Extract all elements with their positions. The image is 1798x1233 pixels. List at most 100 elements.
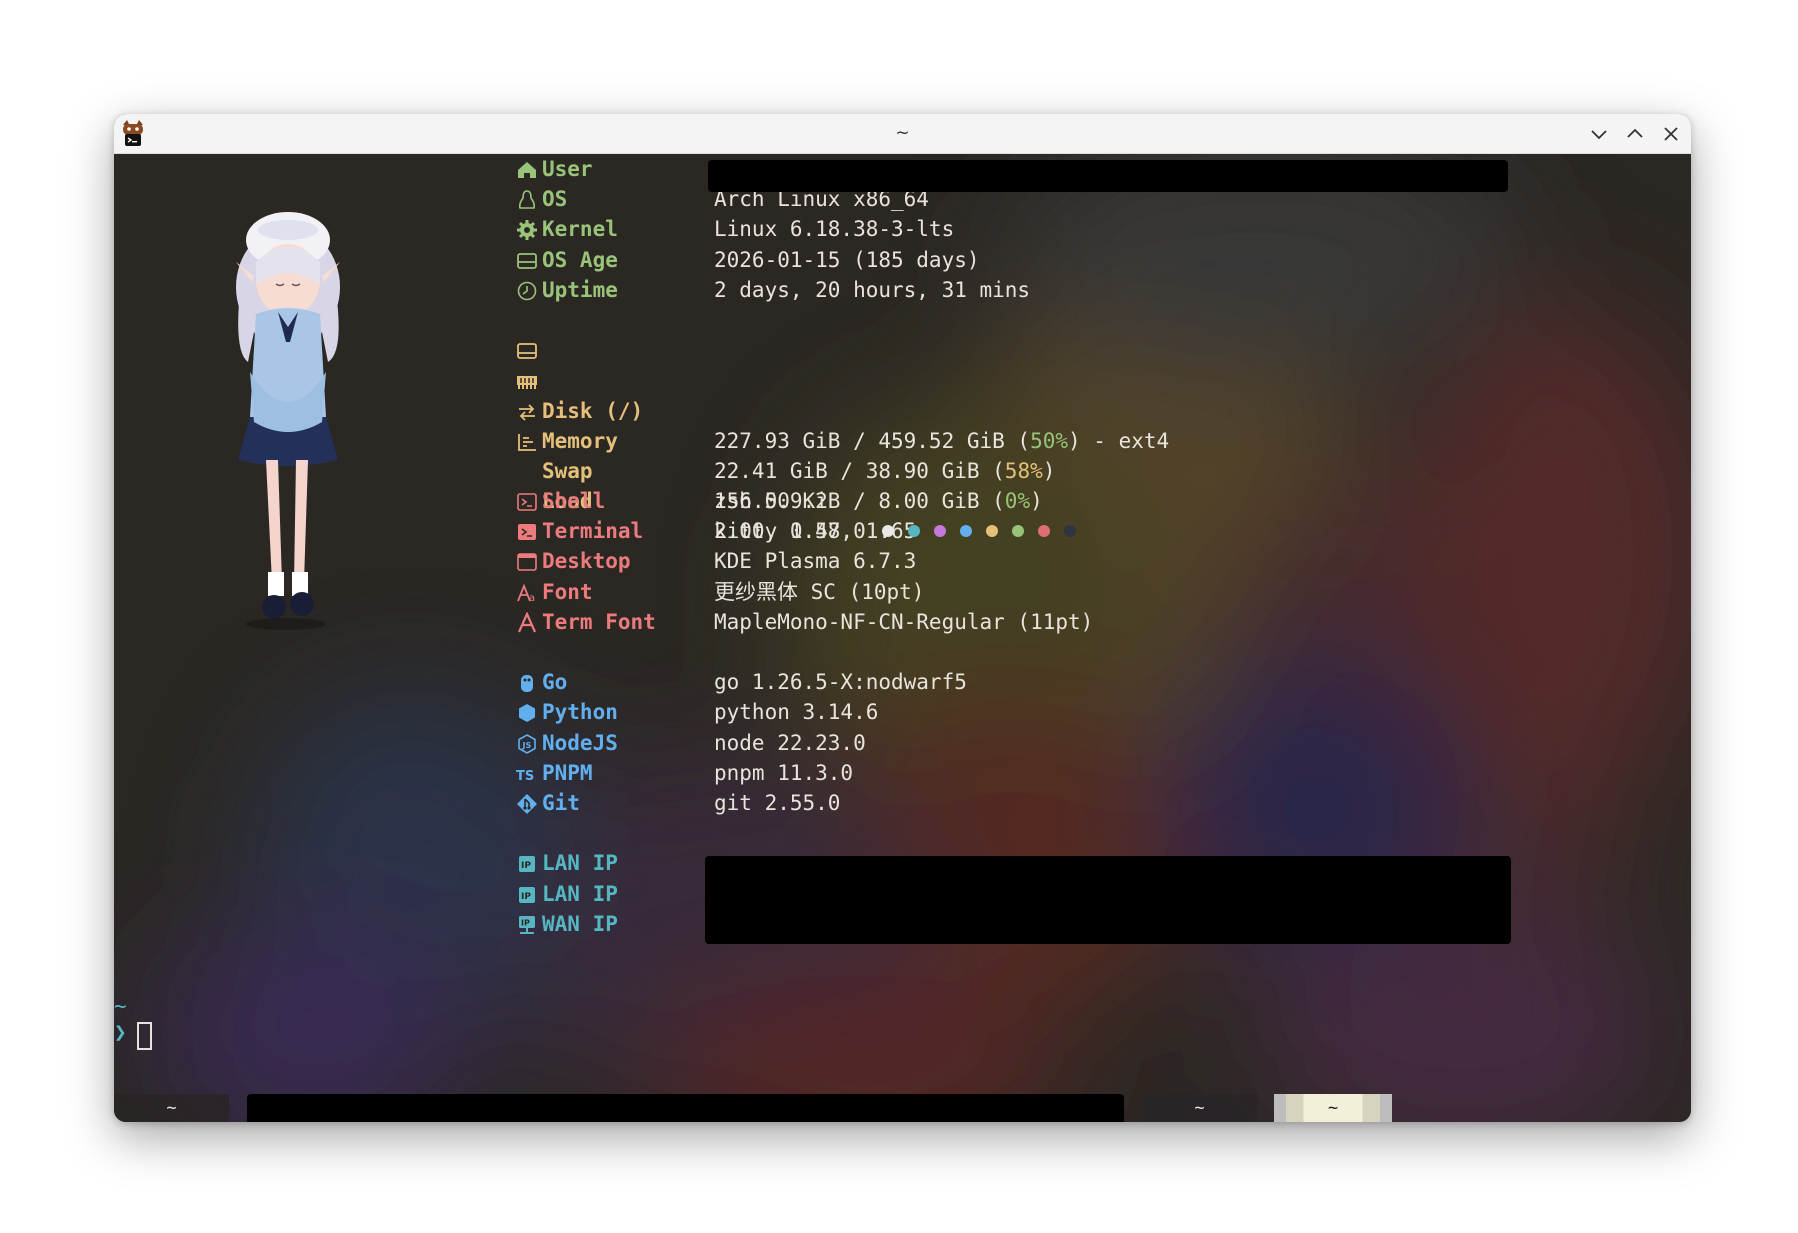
lang-row-0: Go go 1.26.5-X:nodwarf5 bbox=[516, 667, 967, 697]
lang-key: Go bbox=[542, 670, 568, 695]
lang-value: python 3.14.6 bbox=[714, 700, 879, 725]
system-key: Uptime bbox=[542, 277, 618, 302]
tab-1[interactable]: ~ bbox=[114, 1094, 229, 1122]
terminal-cursor[interactable] bbox=[137, 1022, 152, 1050]
system-row-2: Kernel Linux 6.18.38-3-lts bbox=[516, 214, 954, 244]
net-key: LAN IP bbox=[542, 851, 618, 876]
system-value: Linux 6.18.38-3-lts bbox=[714, 217, 955, 242]
lang-value: pnpm 11.3.0 bbox=[714, 760, 854, 785]
memory-icon bbox=[516, 370, 538, 392]
lang-key: NodeJS bbox=[542, 730, 618, 755]
nodejs-icon: JS bbox=[516, 733, 538, 755]
color-palette bbox=[881, 519, 1090, 543]
load-row: Load 2.00, 1.57, 1.65 bbox=[516, 426, 916, 543]
redacted-ip-values bbox=[705, 856, 1511, 944]
env-key: Font bbox=[542, 579, 593, 604]
lang-key: Git bbox=[542, 790, 580, 815]
net-row-0: IP LAN IP bbox=[516, 848, 618, 878]
swap-row: Swap 156.00 KiB / 8.00 GiB (0%) bbox=[516, 396, 1043, 513]
maximize-button[interactable] bbox=[1623, 122, 1647, 146]
linux-tux-icon bbox=[516, 189, 538, 211]
disk-row: Disk (/) 227.93 GiB / 459.52 GiB (50%) -… bbox=[516, 335, 1169, 453]
load-chart-icon bbox=[516, 431, 538, 453]
terminal-window: ~ User OS Arch Linux x86_64 Kernel Linux… bbox=[114, 114, 1691, 1122]
chevron-up-icon bbox=[1627, 128, 1643, 138]
redacted-tab bbox=[247, 1094, 1124, 1122]
env-value: 更纱黑体 SC (10pt) bbox=[714, 579, 925, 604]
system-row-3: OS Age 2026-01-15 (185 days) bbox=[516, 245, 980, 275]
memory-row: Memory 22.41 GiB / 38.90 GiB (58%) bbox=[516, 365, 1055, 483]
system-row-4: Uptime 2 days, 20 hours, 31 mins bbox=[516, 275, 1030, 305]
prompt-cwd: ~ bbox=[114, 994, 127, 1018]
network-icon: IP bbox=[516, 914, 538, 936]
system-value: 2 days, 20 hours, 31 mins bbox=[714, 277, 1031, 302]
tab-3-active[interactable]: ~ bbox=[1274, 1094, 1392, 1122]
redacted-user-value bbox=[708, 160, 1508, 192]
tab-2[interactable]: ~ bbox=[1142, 1094, 1257, 1122]
palette-swatch bbox=[1063, 525, 1076, 538]
drive-icon bbox=[516, 250, 538, 272]
lang-row-4: Git git 2.55.0 bbox=[516, 788, 840, 818]
prompt-symbol: ❯ bbox=[114, 1020, 127, 1044]
ip-badge-icon: IP bbox=[516, 884, 538, 906]
system-value: 2026-01-15 (185 days) bbox=[714, 247, 980, 272]
system-row-1: OS Arch Linux x86_64 bbox=[516, 184, 929, 214]
lang-value: go 1.26.5-X:nodwarf5 bbox=[714, 670, 967, 695]
net-key: WAN IP bbox=[542, 911, 618, 936]
window-title: ~ bbox=[895, 123, 910, 143]
svg-text:IP: IP bbox=[521, 861, 531, 871]
lang-key: PNPM bbox=[542, 760, 593, 785]
env-key: Shell bbox=[542, 489, 606, 514]
system-key: OS Age bbox=[542, 247, 618, 272]
palette-swatch bbox=[881, 525, 894, 538]
palette-swatch bbox=[1037, 525, 1050, 538]
font-a-icon bbox=[516, 611, 538, 634]
close-button[interactable] bbox=[1659, 122, 1683, 146]
system-key: OS bbox=[542, 187, 568, 212]
terminal-filled-icon bbox=[516, 521, 538, 543]
window-icon bbox=[516, 551, 538, 573]
lang-row-1: Python python 3.14.6 bbox=[516, 697, 878, 727]
lang-value: node 22.23.0 bbox=[714, 730, 866, 755]
minimize-button[interactable] bbox=[1587, 122, 1611, 146]
fastfetch-output: User OS Arch Linux x86_64 Kernel Linux 6.18.… bbox=[516, 154, 1169, 939]
palette-swatch bbox=[985, 525, 998, 538]
svg-text:TS: TS bbox=[516, 769, 534, 784]
swap-arrows-icon bbox=[516, 401, 538, 423]
lang-value: git 2.55.0 bbox=[714, 790, 841, 815]
title-bar[interactable]: ~ bbox=[114, 114, 1691, 154]
net-row-1: IP LAN IP bbox=[516, 879, 618, 909]
anime-character-image bbox=[236, 212, 340, 630]
env-value: MapleMono-NF-CN-Regular (11pt) bbox=[714, 609, 1094, 634]
env-value: zsh 5.9.2 bbox=[714, 489, 828, 514]
env-row-2: Desktop KDE Plasma 6.7.3 bbox=[516, 546, 916, 576]
net-row-2: IP WAN IP bbox=[516, 909, 618, 939]
disk-icon bbox=[516, 340, 538, 362]
svg-text:IP: IP bbox=[521, 918, 530, 927]
system-key: User bbox=[542, 157, 593, 181]
net-key: LAN IP bbox=[542, 881, 618, 906]
house-icon bbox=[516, 159, 538, 181]
lang-row-2: JS NodeJS node 22.23.0 bbox=[516, 728, 866, 758]
env-row-1: Terminal kitty 0.48.0 bbox=[516, 516, 1076, 546]
palette-swatch bbox=[907, 525, 920, 538]
env-value: KDE Plasma 6.7.3 bbox=[714, 549, 917, 574]
env-value: kitty 0.48.0 bbox=[714, 516, 1090, 546]
svg-text:a: a bbox=[529, 593, 535, 604]
system-key: Kernel bbox=[542, 217, 618, 242]
close-icon bbox=[1664, 127, 1678, 141]
env-key: Terminal bbox=[542, 519, 644, 544]
env-key: Desktop bbox=[542, 549, 631, 574]
clock-icon bbox=[516, 280, 538, 302]
system-row-0: User bbox=[516, 154, 617, 184]
env-key: Term Font bbox=[542, 609, 656, 634]
ts-icon: TS bbox=[516, 763, 538, 785]
terminal-box-icon bbox=[516, 491, 538, 513]
git-icon bbox=[516, 793, 538, 815]
tab-bar: ~ ~ ~ bbox=[114, 1094, 1691, 1122]
lang-key: Python bbox=[542, 700, 618, 725]
chevron-down-icon bbox=[1591, 130, 1607, 140]
terminal-content[interactable]: User OS Arch Linux x86_64 Kernel Linux 6.18.… bbox=[114, 154, 1691, 1122]
env-row-0: Shell zsh 5.9.2 bbox=[516, 486, 828, 516]
env-row-4: Term Font MapleMono-NF-CN-Regular (11pt) bbox=[516, 607, 1093, 637]
